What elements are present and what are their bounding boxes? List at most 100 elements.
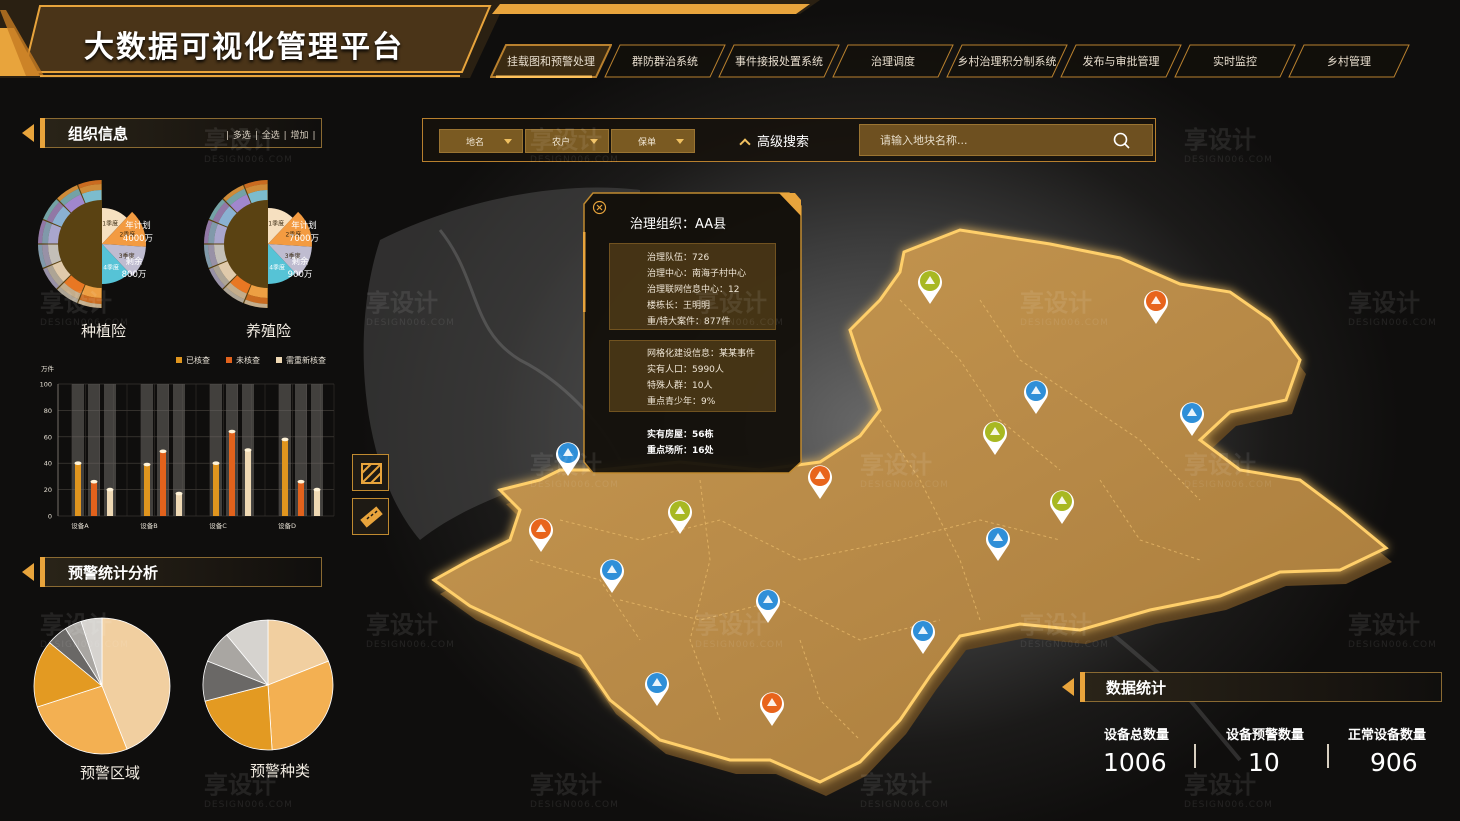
map-pin-icon[interactable] [554,439,582,477]
nav-tab-0[interactable]: 挂载图和预警处理 [490,44,612,78]
bar [75,463,81,516]
close-icon[interactable] [592,200,607,215]
advanced-search-toggle[interactable]: 高级搜索 [739,131,809,150]
x-tick-label: 设备D [278,521,296,530]
warning-devices-label: 设备预警数量 [1226,728,1305,743]
popup-info-line: 楼栋长：王明明 [647,301,711,311]
legend-label: 未核查 [236,355,260,365]
place-dropdown[interactable]: 地名 [439,129,523,153]
search-icon[interactable] [1113,132,1130,149]
divider [1194,744,1196,768]
dashboard-stage: 大数据可视化管理平台 挂载图和预警处理 群防群治系统 事件接报处置系统 治理调度 乡村治… [0,0,1460,821]
y-tick-label: 20 [44,486,52,494]
map-pin-icon[interactable] [643,669,671,707]
bar-cap [175,491,183,496]
legend-swatch [276,357,282,363]
nav-tab-3[interactable]: 治理调度 [832,44,954,78]
warning-devices-value: 10 [1248,748,1280,777]
map-pin-icon[interactable] [1022,377,1050,415]
y-axis-label: 万件 [41,364,55,373]
legend-swatch [226,357,232,363]
popup-info-line: 重/特大案件：877件 [647,317,731,327]
map-pin-icon[interactable] [984,524,1012,562]
map-pin-icon[interactable] [909,617,937,655]
remain-value: 900万 [288,270,313,280]
map-pin-icon[interactable] [981,418,1009,456]
quarter-label: 1季度 [102,220,118,228]
measure-tool-button[interactable] [352,498,389,535]
map-pin-icon[interactable] [758,689,786,727]
bar-cap [143,462,151,467]
normal-devices-label: 正常设备数量 [1348,728,1427,743]
y-tick-label: 80 [44,407,52,415]
collapse-arrow-icon[interactable] [22,563,34,581]
nav-tab-2[interactable]: 事件接报处置系统 [718,44,840,78]
map-pin-icon[interactable] [527,515,555,553]
nav-tab-7[interactable]: 乡村管理 [1288,44,1410,78]
app-title: 大数据可视化管理平台 [84,30,404,65]
planting-insurance-label: 种植险 [81,322,127,340]
bar [282,439,288,516]
map-pin-icon[interactable] [806,462,834,500]
nav-tab-5[interactable]: 发布与审批管理 [1060,44,1182,78]
quarter-label: 4季度 [269,264,285,272]
plan-label: 年计划 [291,220,317,231]
chevron-down-icon [590,139,598,144]
popup-info-line: 治理队伍：726 [647,253,710,263]
remain-label: 剩余 [125,256,143,267]
bar-cap [228,429,236,434]
farmer-dropdown[interactable]: 农户 [525,129,609,153]
divider [1327,744,1329,768]
add-action[interactable]: 增加 [291,131,309,141]
plan-label: 年计划 [125,220,151,231]
planting-insurance-pie: 1季度2季度3季度4季度年计划4000万剩余800万 [38,180,153,308]
verification-bar-chart: 已核查 未核查 需重新核查万件 0 20 40 60 80 100 设备A 设备B 设备C 设备D [40,355,335,530]
chevron-down-icon [676,139,684,144]
map-pin-icon[interactable] [754,586,782,624]
chevron-up-icon [739,138,751,150]
bar [144,464,150,516]
bar-cap [313,487,321,492]
search-bar: 地名 农户 保单 高级搜索 [422,118,1156,162]
total-devices-label: 设备总数量 [1104,728,1170,743]
layer-tool-button[interactable] [352,454,389,491]
nav-tab-label: 乡村管理 [1327,55,1371,68]
search-input[interactable] [859,124,1153,156]
nav-tab-label: 发布与审批管理 [1082,55,1160,68]
bar-cap [297,479,305,484]
map-pin-icon[interactable] [1142,287,1170,325]
map-pin-icon[interactable] [666,497,694,535]
legend-label: 需重新核查 [286,355,326,365]
legend-label: 已核查 [186,355,210,365]
bar [160,451,166,516]
bar [245,450,251,516]
policy-dropdown[interactable]: 保单 [611,129,695,153]
nav-tab-6[interactable]: 实时监控 [1174,44,1296,78]
bar [91,481,97,516]
quarter-label: 1季度 [268,220,284,228]
popup-footer-line: 实有房屋：56栋 [647,430,714,440]
bar [314,489,320,516]
plan-value: 4000万 [123,234,153,244]
y-tick-label: 60 [44,433,52,441]
map-pin-icon[interactable] [1048,487,1076,525]
collapse-arrow-icon[interactable] [1062,678,1074,696]
map-pin-icon[interactable] [598,556,626,594]
data-stats-title: 数据统计 [1106,679,1167,697]
data-stats-header: 数据统计 [1062,672,1442,702]
select-all-action[interactable]: 全选 [262,131,280,141]
multi-select-action[interactable]: 多选 [233,131,251,141]
nav-tab-4[interactable]: 乡村治理积分制系统 [946,44,1068,78]
nav-tab-label: 实时监控 [1213,55,1257,68]
x-tick-label: 设备A [71,521,89,530]
remain-value: 800万 [122,270,147,280]
map-pin-icon[interactable] [1178,399,1206,437]
total-devices-value: 1006 [1103,748,1167,777]
map-pin-icon[interactable] [916,267,944,305]
x-tick-label: 设备C [209,521,227,530]
warning-type-label: 预警种类 [250,762,311,780]
collapse-arrow-icon[interactable] [22,124,34,142]
nav-tab-1[interactable]: 群防群治系统 [604,44,726,78]
bar-cap [212,461,220,465]
breeding-insurance-label: 养殖险 [246,322,292,340]
